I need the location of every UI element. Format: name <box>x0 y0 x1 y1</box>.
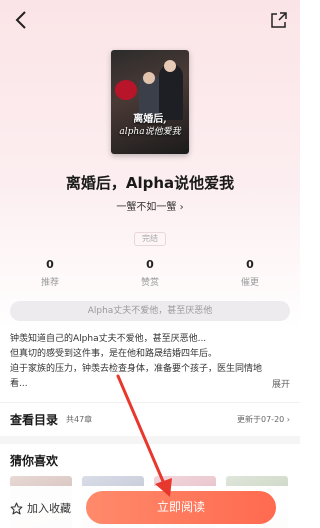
stat-value: 0 <box>146 258 154 271</box>
cover-title: 离婚后, alpha说他爱我 <box>111 114 189 138</box>
stat-urge-update[interactable]: 0 催更 <box>220 258 280 288</box>
stat-label: 催更 <box>240 278 259 288</box>
stats-row: 0 推荐 0 赞赏 0 催更 <box>0 258 300 292</box>
share-icon <box>271 12 287 28</box>
author-name: 一蟹不如一蟹 <box>116 202 177 213</box>
favorite-label: 加入收藏 <box>27 502 71 515</box>
stat-label: 赞赏 <box>140 278 159 288</box>
synopsis-line: 但真切的感受到这件事，是在他和路晟结婚四年后。 <box>10 349 218 359</box>
chevron-right-icon: › <box>179 202 184 213</box>
author-link[interactable]: 一蟹不如一蟹 › <box>0 198 300 213</box>
cover-art-face <box>143 72 155 84</box>
stat-value: 0 <box>46 258 54 271</box>
top-nav <box>0 8 300 34</box>
synopsis-line: 看... <box>10 379 28 389</box>
read-now-button[interactable]: 立即阅读 <box>86 491 276 524</box>
chevron-right-icon: › <box>286 415 290 424</box>
expand-button[interactable]: 展开 <box>265 377 290 390</box>
toc-row[interactable]: 查看目录 共47章 更新于07-20 › <box>0 402 300 432</box>
update-text: 更新于07-20 <box>237 415 285 424</box>
toc-title: 查看目录 <box>10 413 59 427</box>
back-icon <box>15 11 26 29</box>
stat-recommend[interactable]: 0 推荐 <box>20 258 80 288</box>
back-button[interactable] <box>10 8 32 32</box>
synopsis[interactable]: 钟羡知道自己的Alpha丈夫不爱他，甚至厌恶他... 但真切的感受到这件事，是在… <box>10 332 292 392</box>
synopsis-line: 钟羡知道自己的Alpha丈夫不爱他，甚至厌恶他... <box>10 334 207 344</box>
section-divider <box>0 436 300 444</box>
favorite-button[interactable]: 加入收藏 <box>10 498 71 518</box>
bottom-action-bar: 加入收藏 立即阅读 <box>0 486 300 528</box>
book-title: 离婚后，Alpha说他爱我 <box>65 174 235 192</box>
update-date: 更新于07-20 › <box>237 414 290 425</box>
book-cover: 离婚后, alpha说他爱我 <box>111 50 189 154</box>
stat-reward[interactable]: 0 赞赏 <box>120 258 180 288</box>
cover-title-line2: alpha说他爱我 <box>119 127 181 137</box>
stat-value: 0 <box>246 258 254 271</box>
chapter-count: 共47章 <box>66 415 93 424</box>
cover-title-line1: 离婚后, <box>133 114 167 125</box>
cover-art-figure <box>159 64 183 120</box>
cover-art-glove <box>115 80 137 100</box>
recommend-title: 猜你喜欢 <box>10 454 59 468</box>
star-icon <box>10 502 23 514</box>
stat-label: 推荐 <box>40 278 59 288</box>
status-badge: 完结 <box>134 232 166 246</box>
tag-pill[interactable]: Alpha丈夫不爱他，甚至厌恶他 <box>10 301 290 321</box>
cover-art-face <box>164 60 176 72</box>
share-button[interactable] <box>268 8 290 32</box>
synopsis-line: 迫于家族的压力，钟羡去检查身体，准备要个孩子，医生同情地 <box>10 364 263 374</box>
